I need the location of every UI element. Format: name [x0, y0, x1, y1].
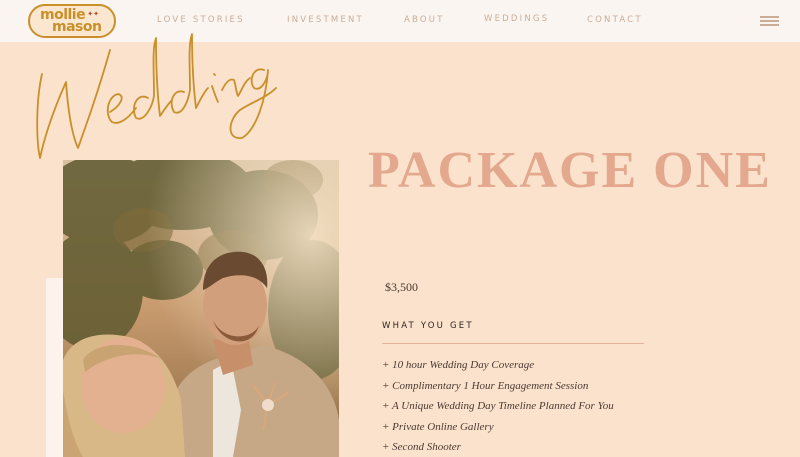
feature-item: + 10 hour Wedding Day Coverage: [382, 359, 535, 371]
hamburger-menu-icon[interactable]: [760, 16, 779, 26]
nav-investment[interactable]: INVESTMENT: [287, 15, 364, 25]
nav-contact[interactable]: CONTACT: [587, 15, 643, 25]
divider: [382, 343, 644, 344]
package-title: PACKAGE ONE: [368, 142, 772, 199]
nav-love-stories[interactable]: LOVE STORIES: [157, 15, 245, 25]
nav-weddings[interactable]: WEDDINGS: [484, 14, 549, 24]
package-price: $3,500: [385, 280, 418, 294]
feature-item: + Private Online Gallery: [382, 420, 494, 433]
what-you-get-heading: WHAT YOU GET: [382, 321, 474, 331]
weddings-script-title: [36, 33, 277, 159]
feature-item: + Complimentary 1 Hour Engagement Sessio…: [382, 379, 589, 392]
sparkle-icon: ✦✦: [87, 10, 99, 18]
photo-accent-strip: [46, 278, 64, 457]
couple-photo: [63, 160, 339, 457]
nav-about[interactable]: ABOUT: [404, 15, 445, 25]
feature-item: + Second Shooter: [382, 441, 461, 453]
feature-list: + 10 hour Wedding Day Coverage + Complim…: [382, 358, 614, 457]
feature-item: + A Unique Wedding Day Timeline Planned …: [382, 400, 614, 412]
